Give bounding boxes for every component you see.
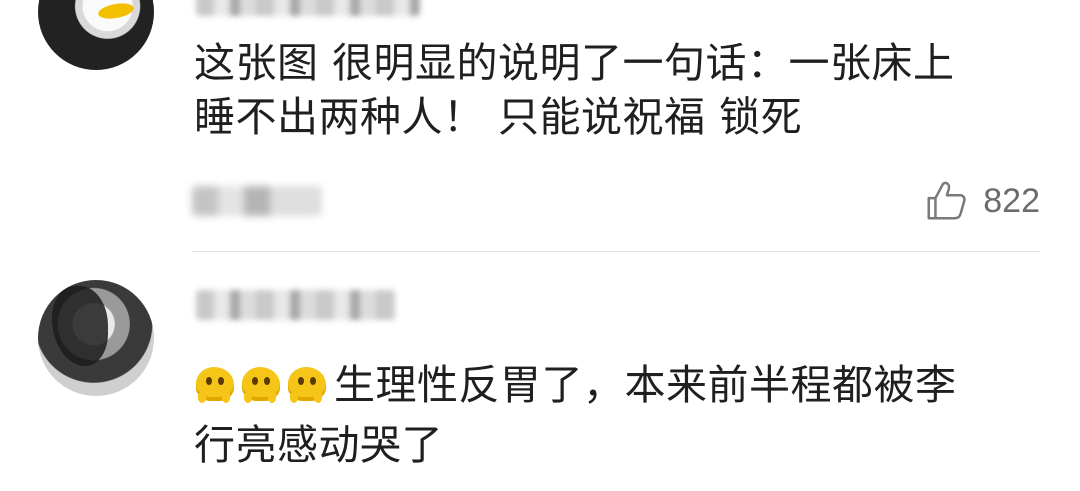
avatar[interactable] [38, 0, 154, 70]
yellow-melting-face-icon [194, 363, 236, 405]
username-blurred[interactable] [196, 0, 420, 16]
yellow-melting-face-icon [240, 363, 282, 405]
thumbs-up-icon [923, 178, 969, 224]
comment-item: 这张图 很明显的说明了一句话：一张床上 睡不出两种人！ 只能说祝福 锁死 822 [0, 0, 1080, 252]
comment-text: 这张图 很明显的说明了一句话：一张床上 睡不出两种人！ 只能说祝福 锁死 [194, 36, 1044, 144]
comment-text-line: 睡不出两种人！ 只能说祝福 锁死 [194, 93, 803, 141]
comment-text-line: 生理性反胃了，本来前半程都被李 [194, 358, 1044, 418]
username-blurred[interactable] [196, 290, 396, 320]
comment-text-line: 行亮感动哭了 [194, 421, 443, 469]
comment-text-line: 这张图 很明显的说明了一句话：一张床上 [194, 39, 955, 87]
comment-item: 生理性反胃了，本来前半程都被李 行亮感动哭了 [0, 252, 1080, 491]
duck-avatar-icon [97, 0, 135, 22]
like-button[interactable]: 822 [923, 178, 1040, 224]
timestamp-blurred [192, 186, 322, 216]
comment-text: 生理性反胃了，本来前半程都被李 行亮感动哭了 [194, 358, 1044, 472]
emoji-group [194, 363, 332, 418]
avatar[interactable] [38, 280, 154, 396]
comment-text-segment: 生理性反胃了，本来前半程都被李 [334, 361, 957, 409]
yellow-melting-face-icon [286, 363, 328, 405]
like-count: 822 [983, 181, 1040, 220]
avatar-photo [52, 286, 108, 366]
